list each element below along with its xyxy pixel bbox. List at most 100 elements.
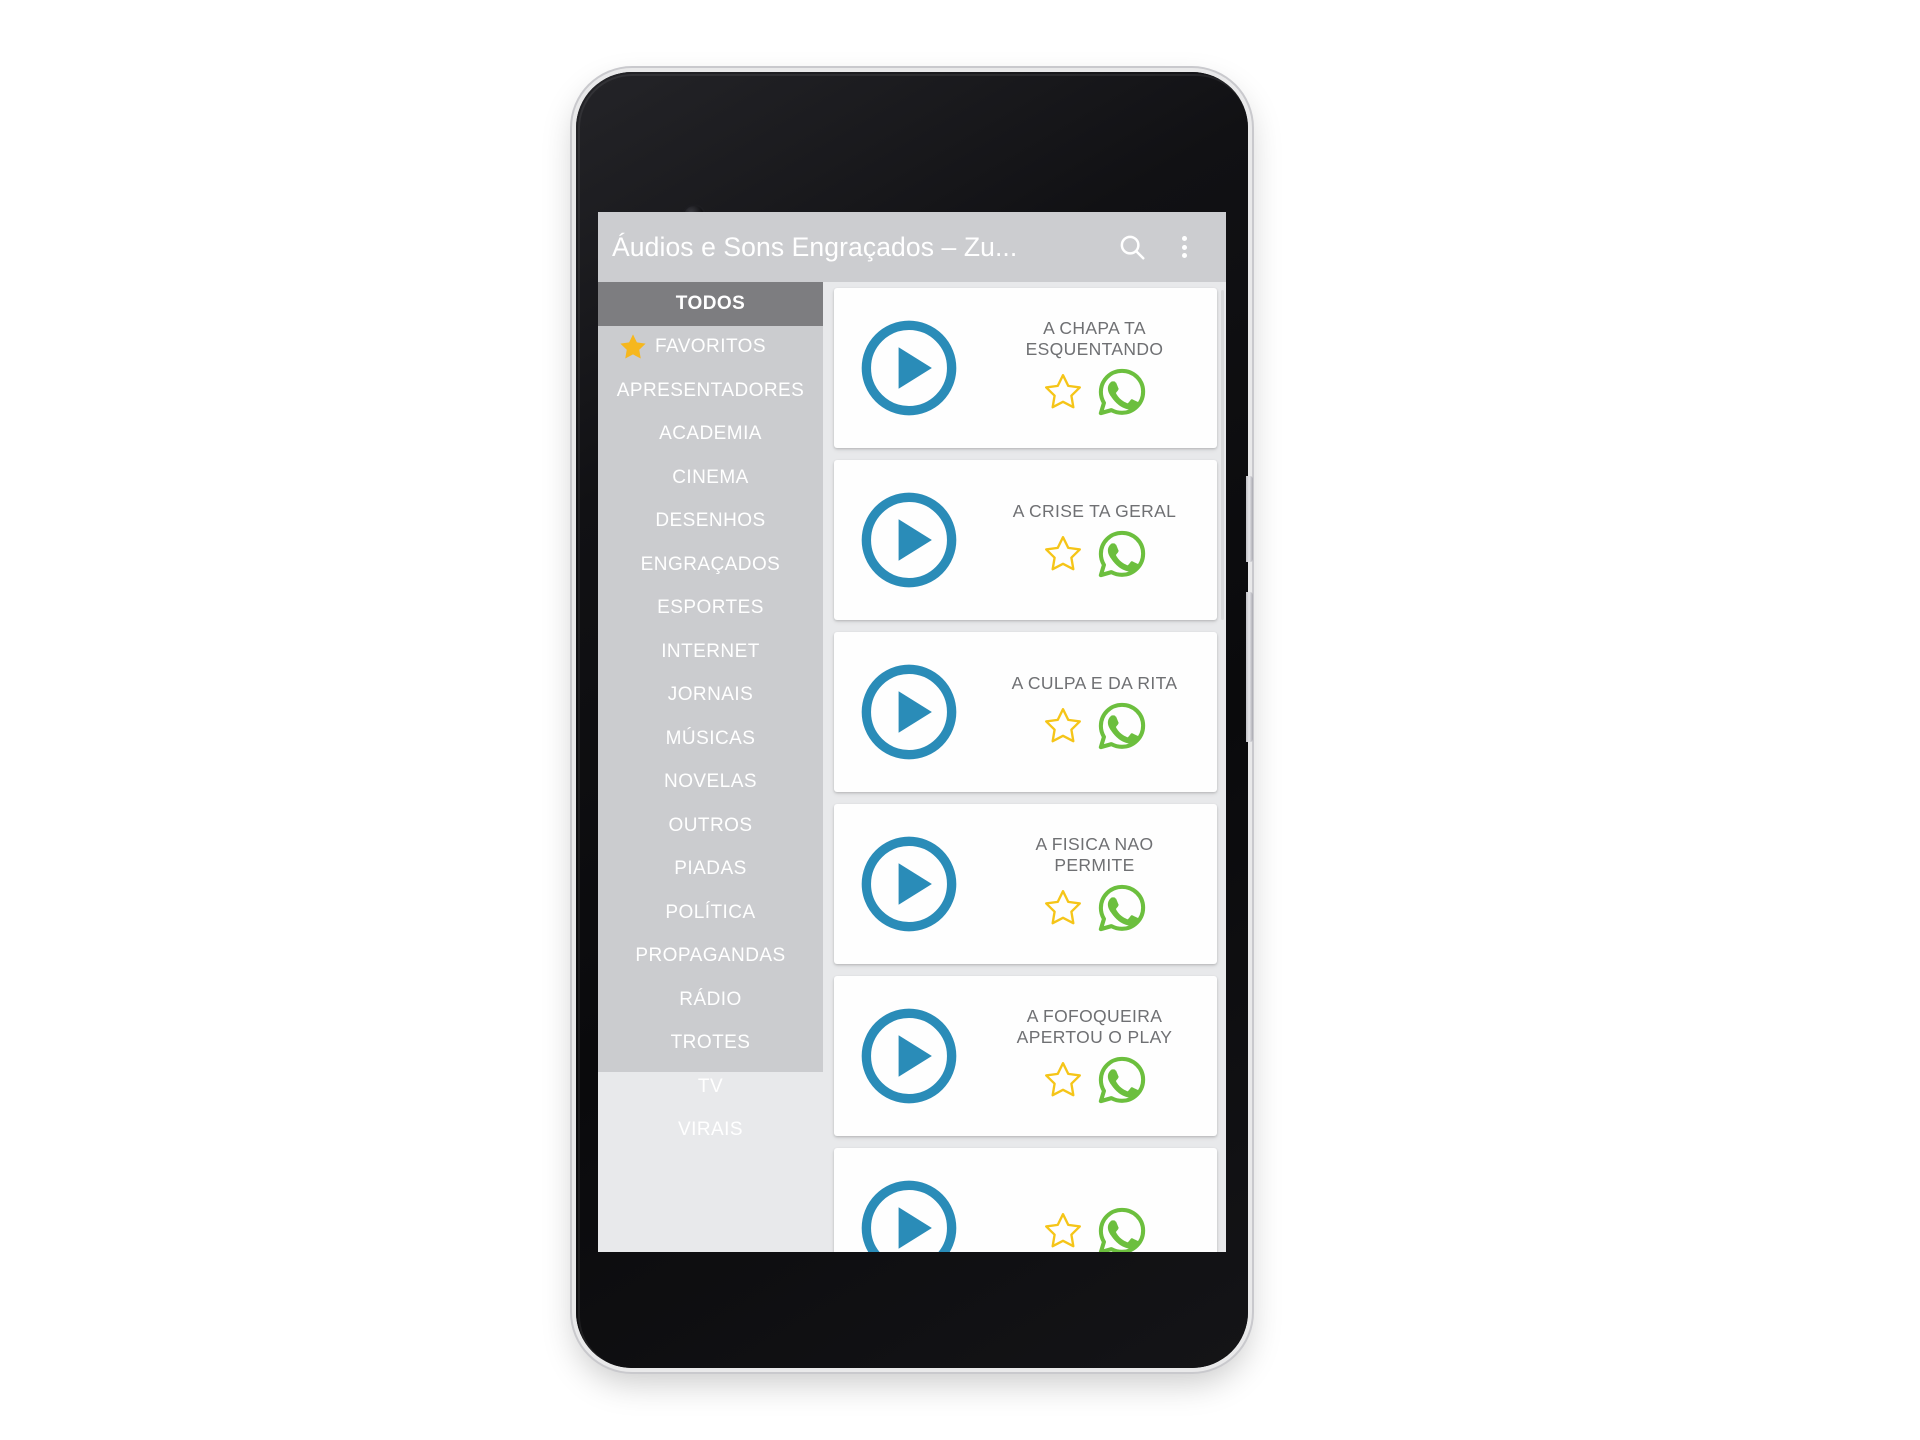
sidebar-item-label: VIRAIS	[678, 1119, 743, 1141]
sidebar-item-propagandas[interactable]: PROPAGANDAS	[598, 935, 823, 979]
favorite-button[interactable]	[1042, 1210, 1084, 1252]
sidebar-item-label: POLÍTICA	[665, 901, 756, 923]
audio-card-title: A FOFOQUEIRA APERTOU O PLAY	[1016, 1006, 1173, 1047]
star-outline-icon	[1044, 707, 1081, 742]
star-outline-icon	[1044, 374, 1081, 409]
sidebar-item-label: RÁDIO	[679, 988, 742, 1010]
star-outline-icon	[1044, 535, 1081, 570]
sidebar-item-label: TODOS	[675, 292, 746, 314]
audio-card-content: A CHAPA TA ESQUENTANDO	[984, 318, 1217, 418]
play-button[interactable]	[834, 1176, 984, 1252]
sidebar-item-label: APRESENTADORES	[616, 379, 805, 401]
sidebar-item-pol-tica[interactable]: POLÍTICA	[598, 891, 823, 935]
app-body: TODOS FAVORITOS APRESENTADORES ACADEMIA CINE…	[598, 282, 1226, 1252]
sidebar-item-label: PIADAS	[674, 858, 747, 880]
app-bar: Áudios e Sons Engraçados – Zu...	[598, 212, 1226, 282]
sidebar-item-label: ESPORTES	[657, 597, 764, 619]
audio-card-actions	[1042, 528, 1148, 580]
sidebar-item-academia[interactable]: ACADEMIA	[598, 413, 823, 457]
audio-card[interactable]	[834, 1148, 1217, 1252]
sidebar-item-label: NOVELAS	[664, 771, 757, 793]
whatsapp-icon	[1098, 884, 1145, 932]
audio-card[interactable]: A FISICA NAO PERMITE	[834, 804, 1217, 964]
overflow-menu-button[interactable]	[1158, 221, 1210, 273]
sidebar-item-label: TROTES	[670, 1032, 751, 1054]
sidebar-item-r-dio[interactable]: RÁDIO	[598, 978, 823, 1022]
sidebar-item-cinema[interactable]: CINEMA	[598, 456, 823, 500]
sidebar-item-todos[interactable]: TODOS	[598, 282, 823, 326]
sidebar-item-trotes[interactable]: TROTES	[598, 1022, 823, 1066]
sidebar-item-m-sicas[interactable]: MÚSICAS	[598, 717, 823, 761]
whatsapp-share-button[interactable]	[1096, 1205, 1148, 1252]
audio-list[interactable]: A CHAPA TA ESQUENTANDO A CRISE TA GERAL A …	[823, 282, 1226, 1252]
sidebar-item-piadas[interactable]: PIADAS	[598, 848, 823, 892]
power-button[interactable]	[1246, 476, 1253, 562]
search-button[interactable]	[1106, 221, 1158, 273]
audio-card-content: A CRISE TA GERAL	[984, 501, 1217, 580]
sidebar-item-apresentadores[interactable]: APRESENTADORES	[598, 369, 823, 413]
sidebar-item-label: FAVORITOS	[654, 336, 767, 358]
play-circle-icon	[861, 1008, 957, 1104]
sidebar-item-tv[interactable]: TV	[598, 1065, 823, 1109]
phone-screen: Áudios e Sons Engraçados – Zu... TODOSF	[598, 212, 1226, 1252]
star-outline-icon	[1044, 890, 1081, 925]
sidebar-item-favoritos[interactable]: FAVORITOS	[598, 326, 823, 370]
list-scrollbar[interactable]	[1221, 290, 1224, 620]
search-icon	[1120, 235, 1145, 260]
whatsapp-share-button[interactable]	[1096, 528, 1148, 580]
whatsapp-icon	[1098, 1207, 1145, 1252]
sidebar-item-jornais[interactable]: JORNAIS	[598, 674, 823, 718]
sidebar-item-label: INTERNET	[661, 640, 760, 662]
play-button[interactable]	[834, 1004, 984, 1108]
play-button[interactable]	[834, 832, 984, 936]
whatsapp-share-button[interactable]	[1096, 366, 1148, 418]
audio-card-actions	[1042, 1205, 1148, 1252]
sidebar-item-novelas[interactable]: NOVELAS	[598, 761, 823, 805]
play-button[interactable]	[834, 488, 984, 592]
play-circle-icon	[861, 836, 957, 932]
volume-button[interactable]	[1246, 592, 1253, 742]
audio-card-content: A FOFOQUEIRA APERTOU O PLAY	[984, 1006, 1217, 1106]
star-outline-icon	[1044, 1213, 1081, 1248]
play-circle-icon	[861, 492, 957, 588]
audio-card-actions	[1042, 1054, 1148, 1106]
audio-card-content	[984, 1199, 1217, 1252]
sidebar-item-virais[interactable]: VIRAIS	[598, 1109, 823, 1153]
star-outline-icon	[1044, 1062, 1081, 1097]
audio-card-content: A FISICA NAO PERMITE	[984, 834, 1217, 934]
favorite-button[interactable]	[1042, 705, 1084, 747]
whatsapp-share-button[interactable]	[1096, 700, 1148, 752]
sidebar-item-esportes[interactable]: ESPORTES	[598, 587, 823, 631]
favorite-button[interactable]	[1042, 371, 1084, 413]
audio-card-title: A CULPA E DA RITA	[1011, 672, 1178, 693]
audio-card-title: A FISICA NAO PERMITE	[1035, 834, 1154, 875]
star-filled-icon	[618, 332, 648, 362]
sidebar-item-desenhos[interactable]: DESENHOS	[598, 500, 823, 544]
play-button[interactable]	[834, 660, 984, 764]
whatsapp-share-button[interactable]	[1096, 882, 1148, 934]
audio-card[interactable]: A FOFOQUEIRA APERTOU O PLAY	[834, 976, 1217, 1136]
audio-card-actions	[1042, 366, 1148, 418]
audio-card[interactable]: A CRISE TA GERAL	[834, 460, 1217, 620]
sidebar-item-label: CINEMA	[672, 466, 749, 488]
sidebar-item-label: JORNAIS	[667, 684, 754, 706]
sidebar-item-label: TV	[697, 1075, 724, 1097]
favorite-button[interactable]	[1042, 533, 1084, 575]
audio-card[interactable]: A CHAPA TA ESQUENTANDO	[834, 288, 1217, 448]
whatsapp-icon	[1098, 368, 1145, 416]
whatsapp-icon	[1098, 1056, 1145, 1104]
sidebar-item-label: ENGRAÇADOS	[640, 553, 781, 575]
audio-card-title: A CHAPA TA ESQUENTANDO	[1025, 318, 1164, 359]
whatsapp-icon	[1098, 702, 1145, 749]
sidebar-item-outros[interactable]: OUTROS	[598, 804, 823, 848]
audio-card-actions	[1042, 700, 1148, 752]
phone-glass-panel: Áudios e Sons Engraçados – Zu... TODOSF	[576, 72, 1248, 1368]
sidebar-item-internet[interactable]: INTERNET	[598, 630, 823, 674]
sidebar-item-engra-ados[interactable]: ENGRAÇADOS	[598, 543, 823, 587]
favorite-button[interactable]	[1042, 887, 1084, 929]
whatsapp-share-button[interactable]	[1096, 1054, 1148, 1106]
sidebar-item-label: MÚSICAS	[665, 727, 756, 749]
audio-card[interactable]: A CULPA E DA RITA	[834, 632, 1217, 792]
play-button[interactable]	[834, 316, 984, 420]
favorite-button[interactable]	[1042, 1059, 1084, 1101]
